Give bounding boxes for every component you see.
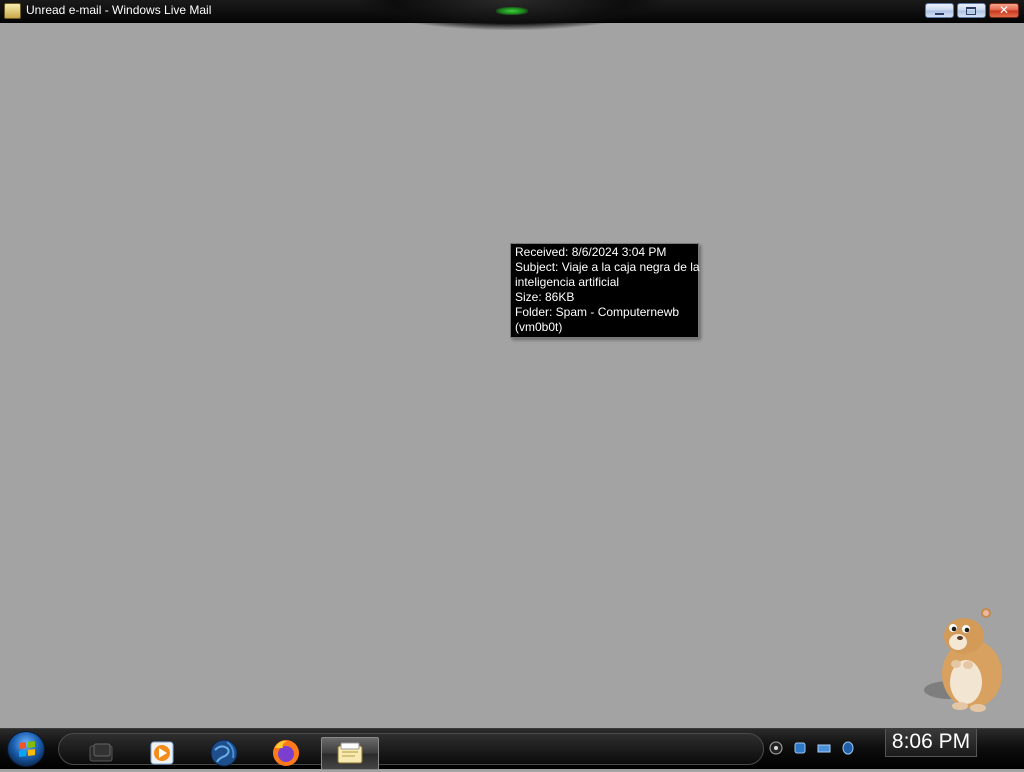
firefox-icon bbox=[273, 740, 299, 766]
titlebar-glow-indicator bbox=[496, 7, 528, 15]
internet-globe-icon bbox=[210, 739, 238, 767]
tooltip-subject: Subject: Viaje a la caja negra de la bbox=[515, 260, 700, 274]
close-button[interactable]: ✕ bbox=[989, 3, 1019, 18]
tooltip-folder: Folder: Spam - Computernewb bbox=[515, 305, 680, 319]
show-desktop-icon bbox=[89, 743, 113, 762]
close-icon: ✕ bbox=[998, 3, 1010, 17]
restore-icon bbox=[966, 7, 976, 15]
taskbar-buttons-area bbox=[58, 733, 764, 770]
show-desktop-button[interactable] bbox=[73, 734, 131, 772]
window-titlebar[interactable]: Unread e-mail - Windows Live Mail ✕ bbox=[0, 0, 1024, 30]
minimize-button[interactable] bbox=[925, 3, 954, 18]
windows-live-mail-icon bbox=[337, 742, 363, 763]
window-title: Unread e-mail - Windows Live Mail bbox=[26, 3, 212, 17]
taskbar-clock[interactable]: 8:06 PM bbox=[885, 729, 977, 757]
firefox-button[interactable] bbox=[257, 734, 315, 772]
media-player-button[interactable] bbox=[133, 734, 191, 772]
network-icon[interactable] bbox=[793, 741, 807, 755]
windows-live-mail-app-icon[interactable] bbox=[4, 3, 21, 19]
tooltip-size: Size: 86KB bbox=[515, 290, 575, 304]
restore-button[interactable] bbox=[957, 3, 986, 18]
volume-icon[interactable] bbox=[817, 741, 831, 755]
clock-time: 8:06 PM bbox=[891, 730, 971, 753]
start-button[interactable] bbox=[7, 731, 45, 767]
hamster-gadget[interactable] bbox=[920, 604, 1010, 714]
hamster-icon bbox=[924, 608, 1002, 712]
tooltip-subject-cont: inteligencia artificial bbox=[515, 275, 620, 289]
windows-start-icon bbox=[19, 741, 35, 757]
tooltip-received: Received: 8/6/2024 3:04 PM bbox=[515, 245, 667, 259]
minimize-icon bbox=[935, 13, 944, 15]
titlebar-center-notch bbox=[360, 0, 660, 30]
media-control-icon[interactable] bbox=[769, 741, 783, 755]
windows-media-player-icon bbox=[150, 741, 174, 765]
live-mail-taskbar-button[interactable] bbox=[321, 737, 379, 770]
system-tray bbox=[765, 737, 865, 761]
security-icon[interactable] bbox=[841, 741, 855, 755]
email-info-tooltip: Received: 8/6/2024 3:04 PM Subject: Viaj… bbox=[510, 243, 700, 338]
taskbar: 8:06 PM bbox=[0, 728, 1024, 770]
tooltip-folder-cont: (vm0b0t) bbox=[515, 320, 563, 334]
browser-globe-button[interactable] bbox=[195, 734, 253, 772]
